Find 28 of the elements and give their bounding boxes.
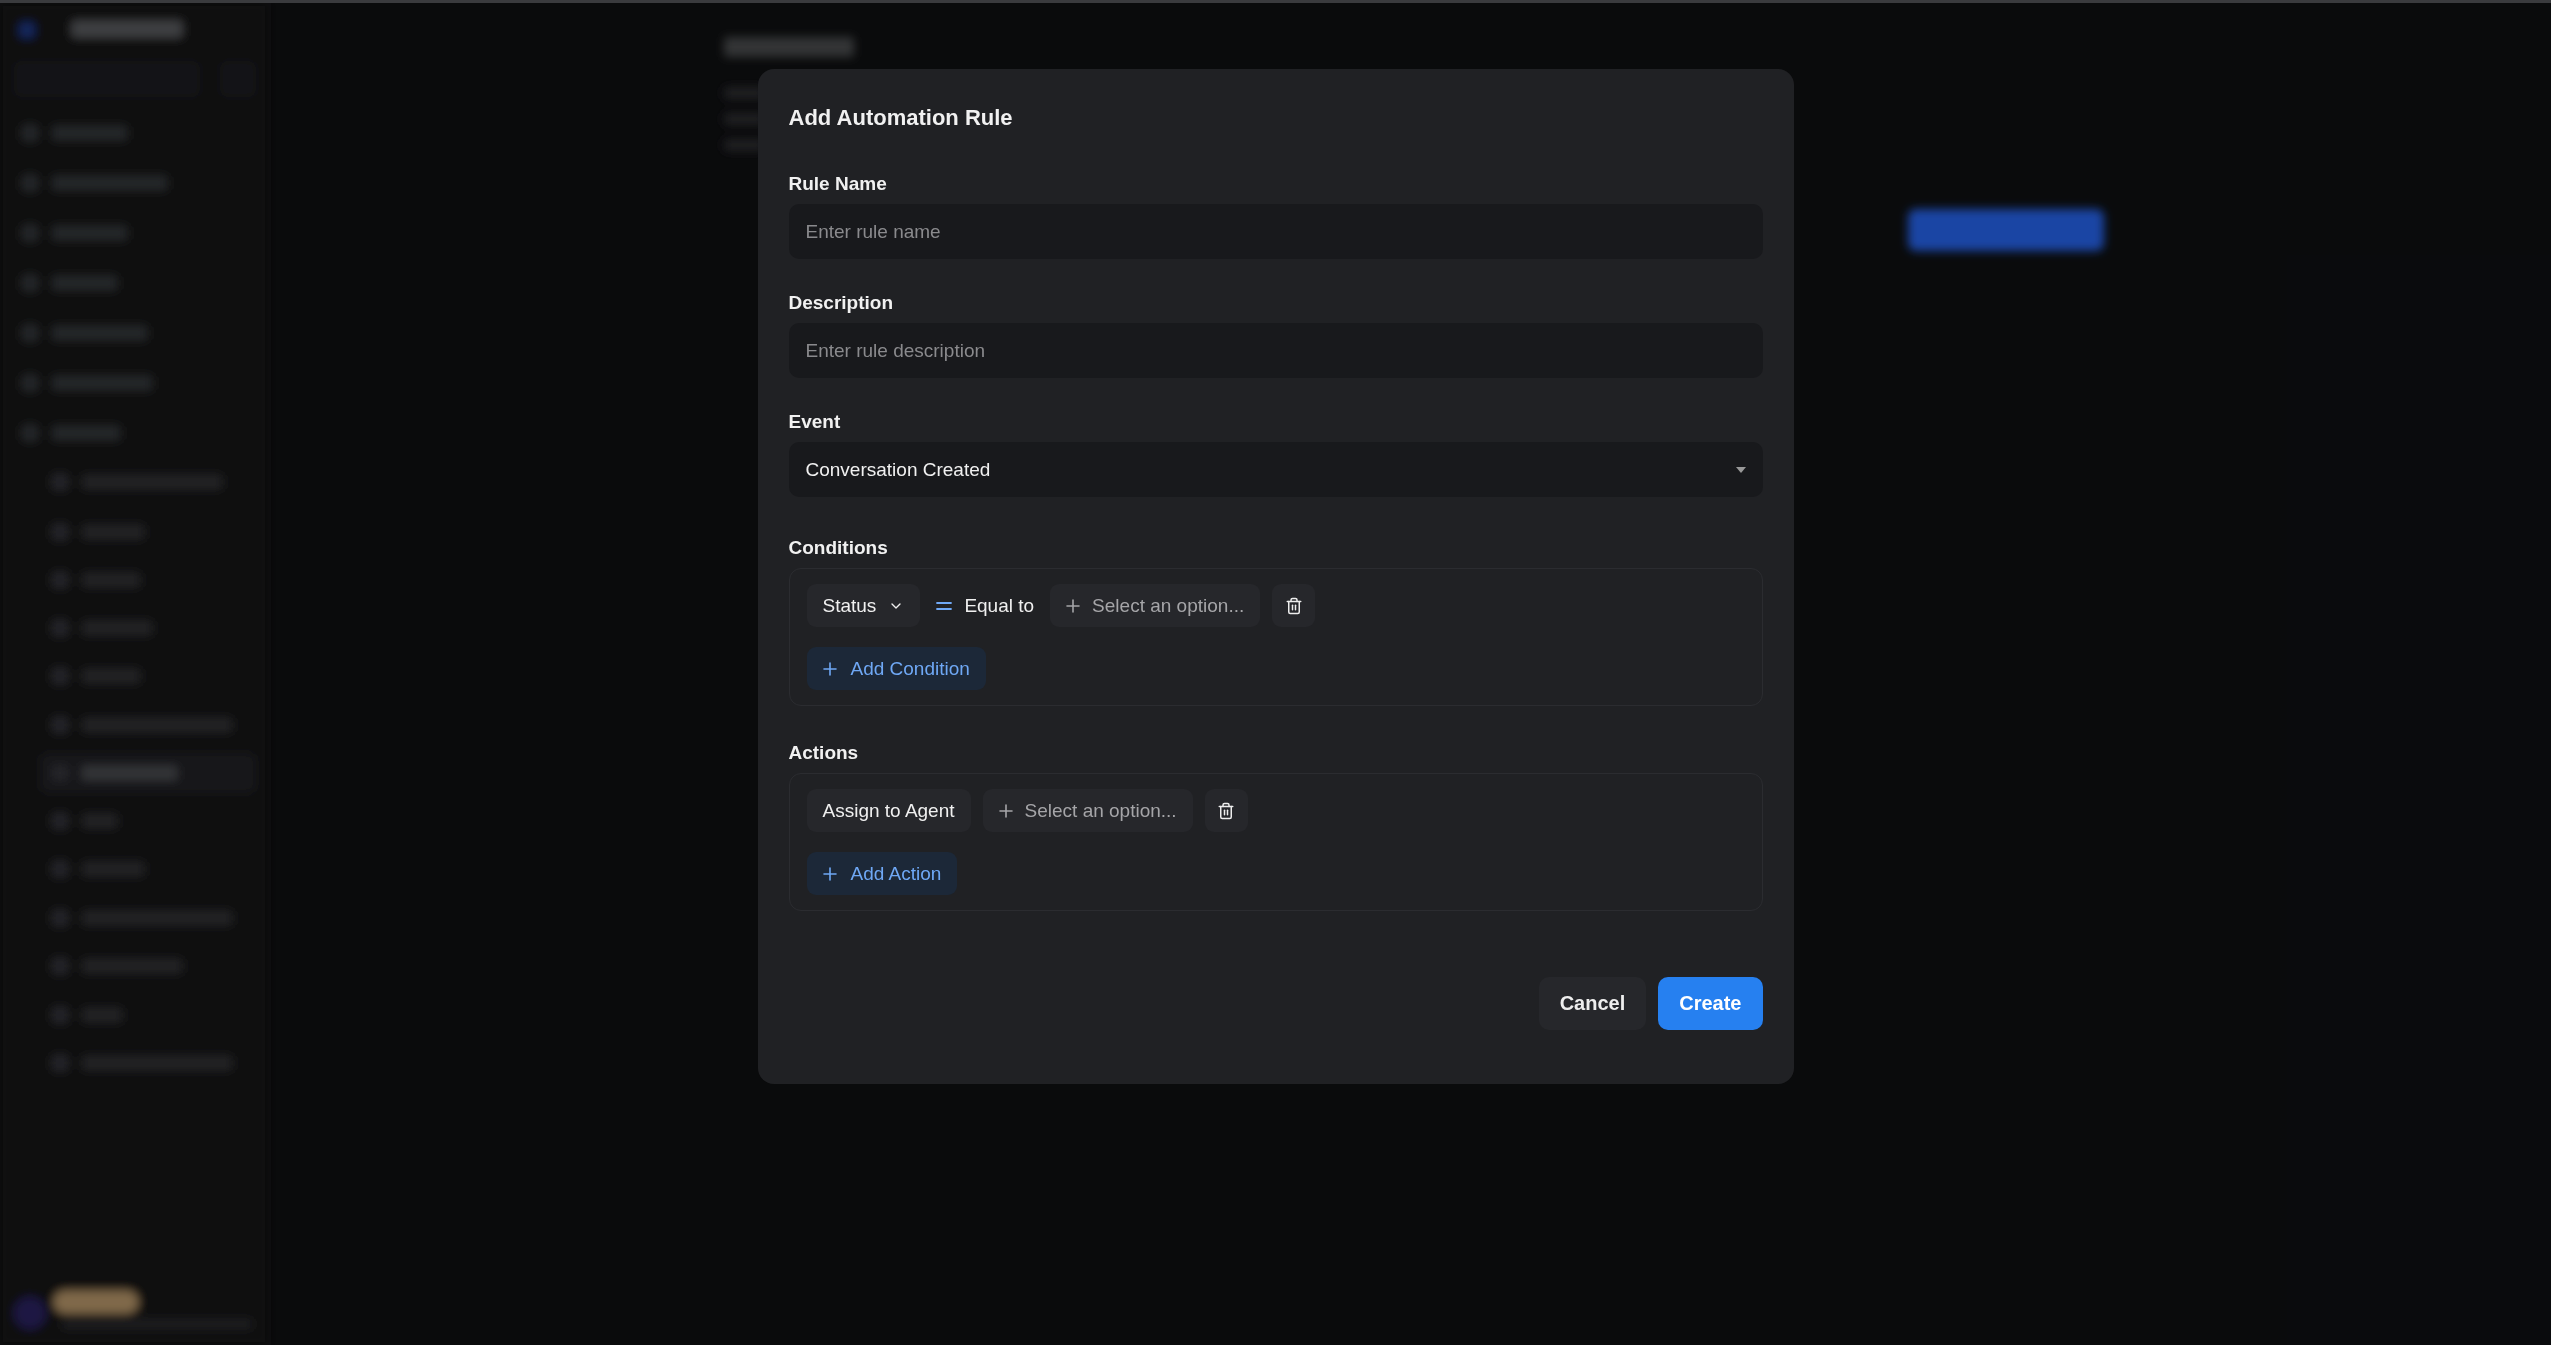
delete-button[interactable]	[1204, 789, 1248, 832]
field-label: Rule Name	[788, 173, 888, 195]
plus-icon	[998, 803, 1013, 818]
section-label: Conditions	[788, 537, 889, 559]
action-select[interactable]: Assign to Agent	[806, 789, 971, 832]
plus-icon	[1066, 598, 1081, 613]
trash-icon	[1217, 801, 1236, 820]
caret-icon	[1735, 466, 1746, 473]
cancel-button[interactable]: Cancel	[1538, 977, 1647, 1030]
text-field[interactable]: Enter rule name	[788, 204, 1763, 259]
add-action-button[interactable]: Add Action	[806, 852, 958, 895]
plus-icon	[822, 661, 837, 676]
text-field[interactable]: Enter rule description	[788, 323, 1763, 378]
value-select[interactable]: Select an option...	[982, 789, 1193, 832]
equals-icon	[936, 601, 953, 610]
value-select[interactable]: Select an option...	[1050, 584, 1261, 627]
add-condition-button[interactable]: Add Condition	[806, 647, 986, 690]
attribute-select[interactable]: Status	[806, 584, 921, 627]
section-label: Actions	[788, 742, 860, 764]
create-button[interactable]: Create	[1658, 977, 1763, 1030]
plus-icon	[822, 866, 837, 881]
dialog-title: Add Automation Rule	[788, 105, 1014, 131]
field-label: Description	[788, 292, 895, 314]
operator-select[interactable]: Equal to	[932, 584, 1039, 627]
trash-icon	[1284, 596, 1303, 615]
event-select[interactable]: Conversation Created	[788, 442, 1763, 497]
field-label: Event	[788, 411, 842, 433]
delete-button[interactable]	[1272, 584, 1316, 627]
